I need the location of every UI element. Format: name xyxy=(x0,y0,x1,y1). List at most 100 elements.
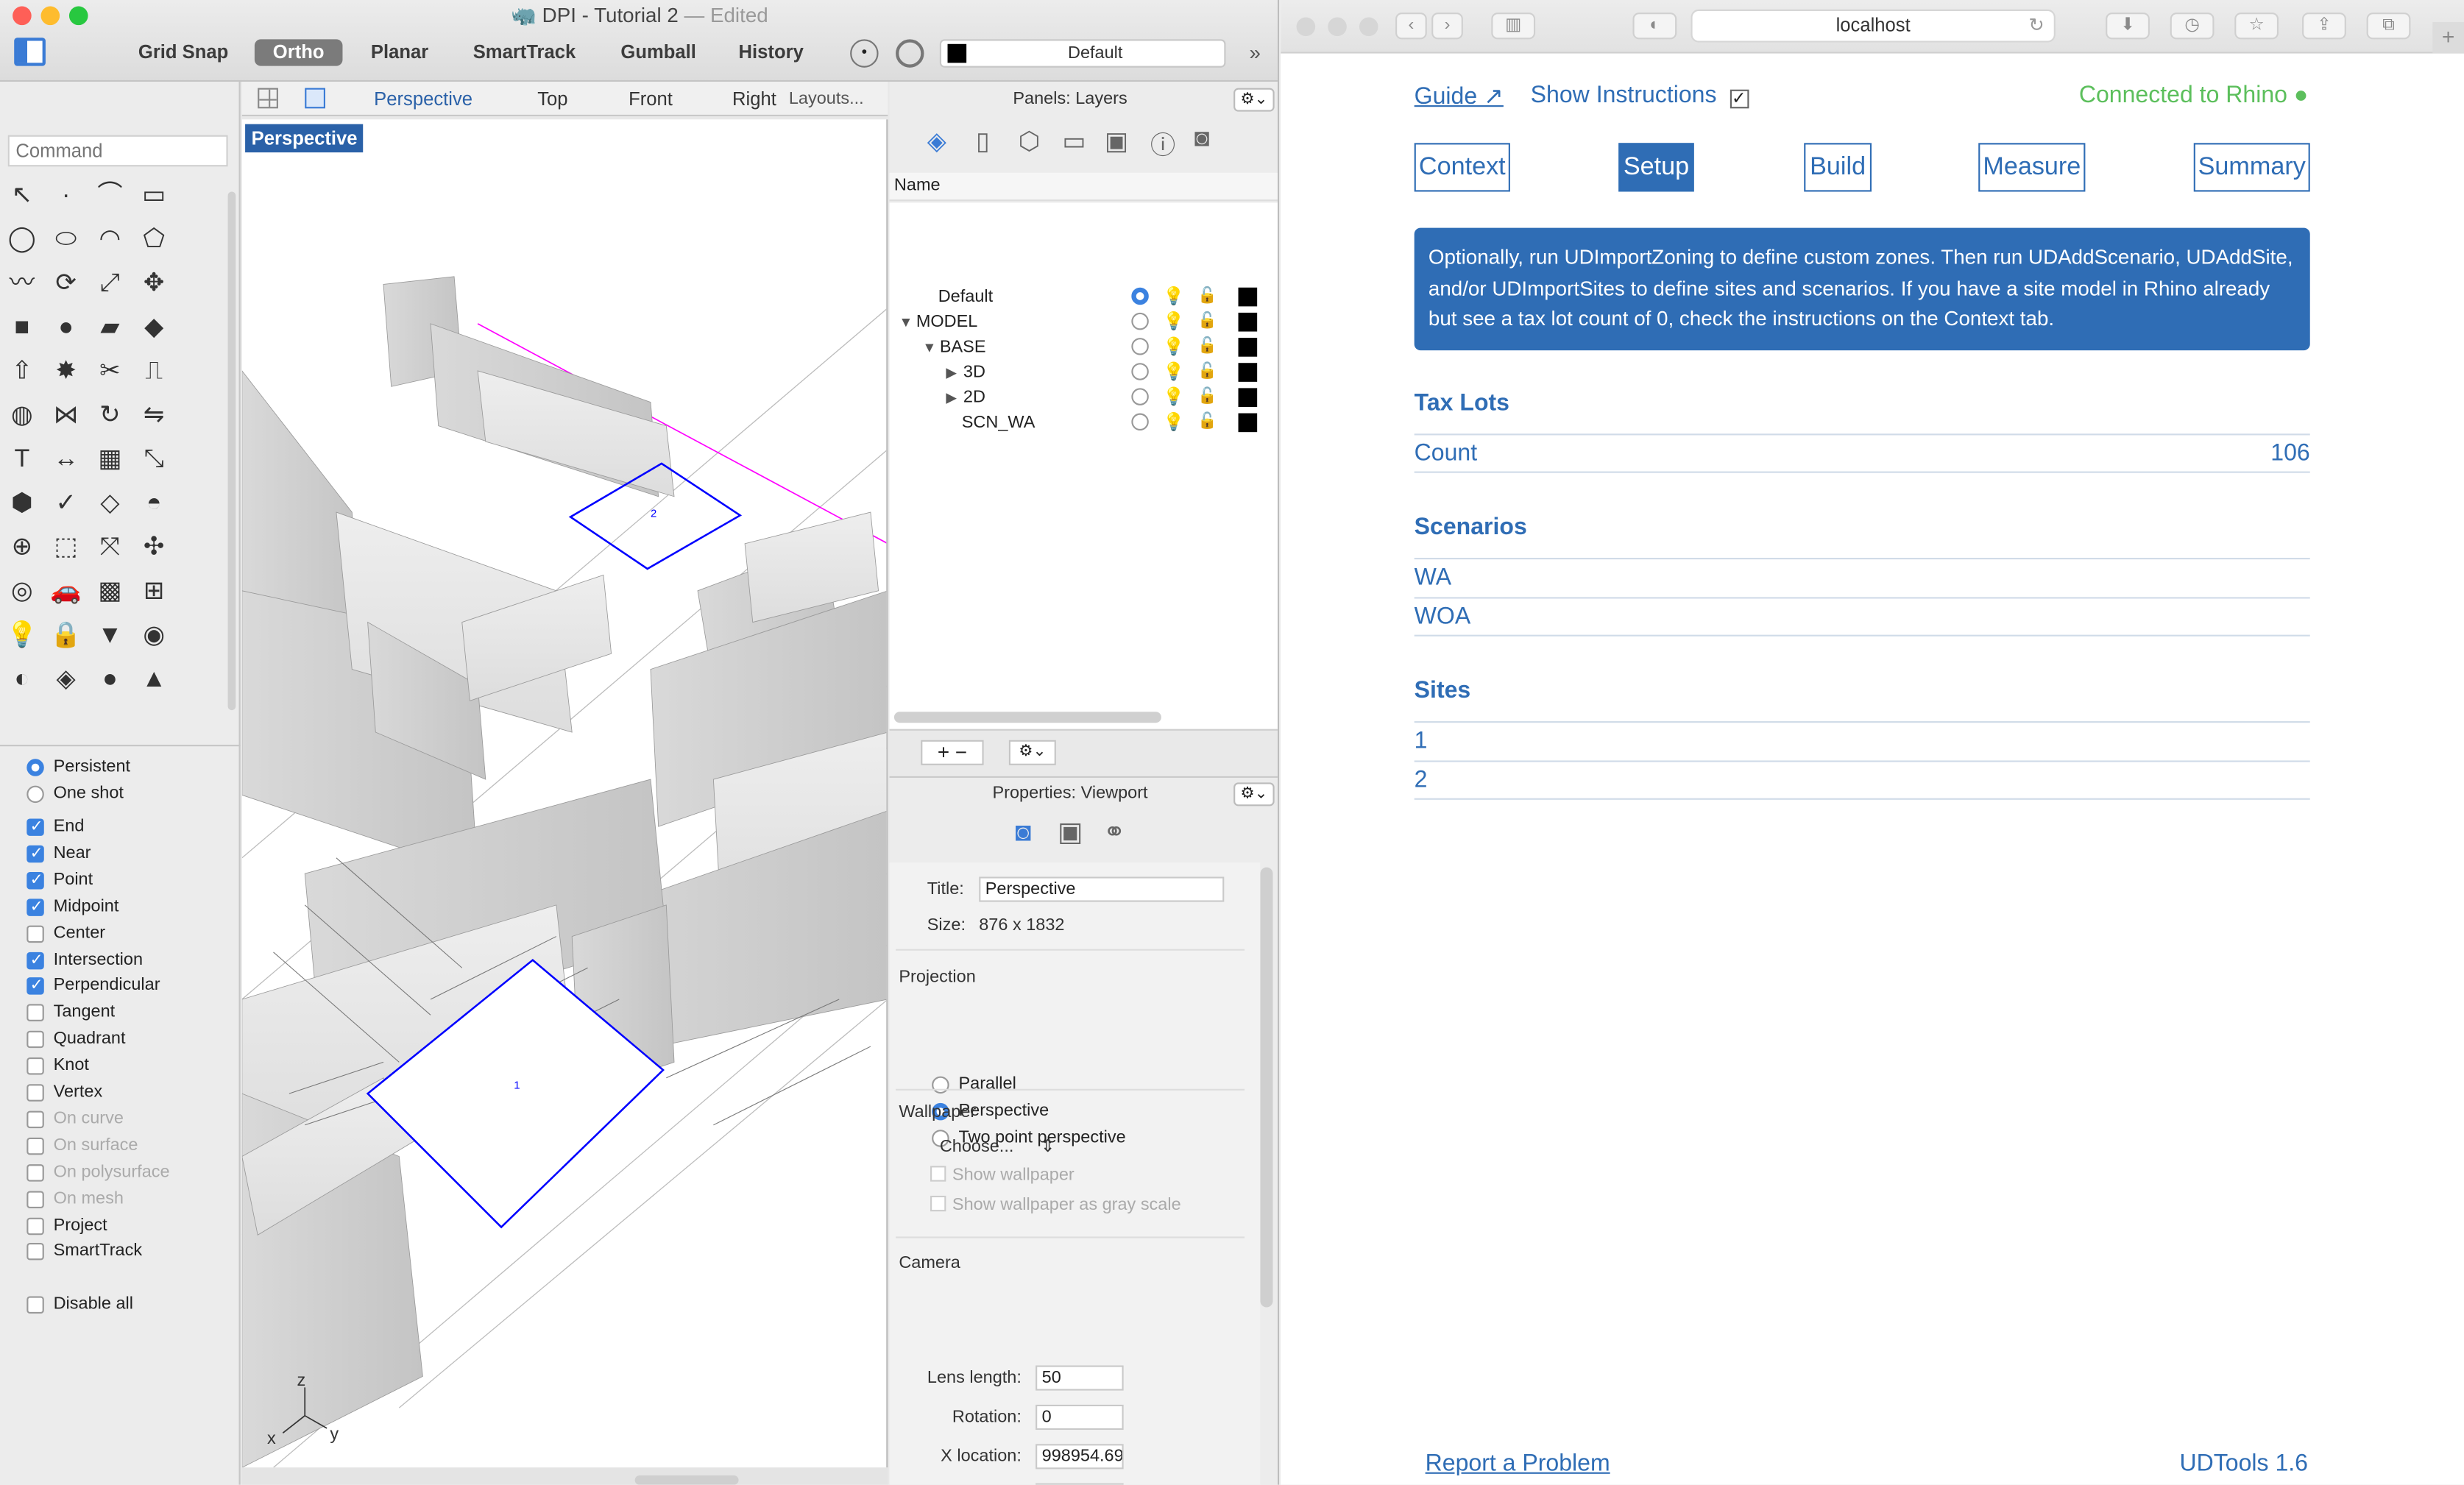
layers-icon[interactable]: ◈ xyxy=(927,126,946,157)
browser-close-button[interactable] xyxy=(1296,17,1316,37)
tab-top[interactable]: Top xyxy=(537,88,567,110)
layer-row[interactable]: SCN_WA 💡 🔓 xyxy=(890,410,1278,435)
current-layer-radio[interactable] xyxy=(1131,338,1149,355)
osnap-checkbox[interactable] xyxy=(26,895,44,918)
layer-row[interactable]: ▼ BASE 💡 🔓 xyxy=(890,335,1278,360)
sidebar-icon[interactable]: ▥ xyxy=(1491,13,1536,40)
car-icon[interactable]: 🚗 xyxy=(49,575,83,609)
guide-link[interactable]: Guide ↗ xyxy=(1415,82,1504,110)
sidebar-toggle-icon[interactable] xyxy=(14,38,46,66)
properties-scrollbar[interactable] xyxy=(1260,867,1273,1308)
polygon-icon[interactable]: ⬠ xyxy=(137,223,171,258)
lock-icon[interactable]: 🔒 xyxy=(49,619,83,653)
tab-summary[interactable]: Summary xyxy=(2193,143,2310,192)
lock-icon[interactable]: 🔓 xyxy=(1197,410,1217,435)
analyze-icon[interactable]: ◇ xyxy=(93,487,127,522)
show-instructions-toggle[interactable]: Show Instructions ✓ xyxy=(1531,82,1749,109)
properties-gear-icon[interactable]: ⚙⌄ xyxy=(1233,782,1275,807)
ellipse-icon[interactable]: ⬭ xyxy=(49,223,83,258)
grid-snap-button[interactable]: Grid Snap xyxy=(129,39,238,65)
osnap-checkbox[interactable] xyxy=(26,1243,44,1261)
add-remove-layer-buttons[interactable]: + − xyxy=(921,740,984,765)
bulb-icon[interactable]: 💡 xyxy=(1163,385,1184,410)
viewport-frame-icon[interactable]: ▣ xyxy=(1058,817,1083,848)
layer-color-swatch[interactable] xyxy=(1238,287,1258,307)
world-icon[interactable]: ● xyxy=(93,663,127,698)
layer-row[interactable]: Default 💡 🔓 xyxy=(890,284,1278,309)
scenario-item[interactable]: WOA xyxy=(1414,597,2310,637)
tab-measure[interactable]: Measure xyxy=(1978,143,2086,192)
terrain-icon[interactable]: ▩ xyxy=(93,575,127,609)
show-instructions-checkbox[interactable]: ✓ xyxy=(1729,89,1749,109)
downloads-icon[interactable]: ⬇ xyxy=(2106,13,2150,40)
report-problem-link[interactable]: Report a Problem xyxy=(1426,1450,1610,1477)
layer-row[interactable]: ▶ 2D 💡 🔓 xyxy=(890,385,1278,410)
status-scrollbar[interactable] xyxy=(634,1475,739,1485)
tabs-overview-icon[interactable]: ⧉ xyxy=(2366,13,2411,40)
rectangle-icon[interactable]: ▭ xyxy=(137,179,171,213)
command-input[interactable] xyxy=(7,135,228,167)
chevron-down-icon[interactable]: ▼ xyxy=(899,310,913,335)
osnap-checkbox[interactable] xyxy=(26,868,44,892)
name-column-header[interactable]: Name xyxy=(894,176,941,195)
render-icon[interactable]: ◓ xyxy=(137,487,171,522)
osnap-checkbox[interactable] xyxy=(26,842,44,865)
mirror-icon[interactable]: ⇋ xyxy=(137,399,171,433)
help-icon[interactable]: ⓘ xyxy=(1150,124,1175,162)
target-icon[interactable] xyxy=(896,39,924,68)
join-icon[interactable]: ⋈ xyxy=(49,399,83,433)
tab-build[interactable]: Build xyxy=(1804,143,1872,192)
toolbox-scrollbar[interactable] xyxy=(227,191,236,711)
browser-minimize-button[interactable] xyxy=(1328,17,1347,37)
bulb-icon[interactable]: 💡 xyxy=(1163,360,1184,385)
scenario-item[interactable]: WA xyxy=(1414,557,2310,597)
lock-icon[interactable]: 🔓 xyxy=(1197,310,1217,335)
point-icon[interactable]: · xyxy=(49,179,83,213)
lock-icon[interactable]: 🔓 xyxy=(1197,360,1217,385)
rebuild-icon[interactable]: ⟳ xyxy=(49,267,83,302)
lock-icon[interactable]: 🔓 xyxy=(1197,385,1217,410)
trim-icon[interactable]: ✂ xyxy=(93,355,127,390)
layer-dropdown[interactable]: Default xyxy=(939,39,1226,68)
dimension-icon[interactable]: ↔ xyxy=(49,443,83,478)
lock-icon[interactable]: 🔓 xyxy=(1197,335,1217,360)
bulb-icon[interactable]: 💡 xyxy=(1163,310,1184,335)
color-wheel-icon[interactable]: ◉ xyxy=(137,619,171,653)
osnap-checkbox[interactable] xyxy=(26,1004,44,1022)
current-layer-radio[interactable] xyxy=(1131,388,1149,405)
boolean-icon[interactable]: ◍ xyxy=(4,399,39,433)
zoom-window-icon[interactable]: ⬚ xyxy=(49,531,83,566)
camera-field-input[interactable]: 998954.69 xyxy=(1035,1444,1124,1470)
history-icon[interactable]: ◷ xyxy=(2170,13,2215,40)
select-icon[interactable]: ↖ xyxy=(4,179,39,213)
cylinder-icon[interactable]: ▰ xyxy=(93,311,127,346)
gumball-button[interactable]: Gumball xyxy=(612,39,706,65)
new-tab-icon[interactable]: + xyxy=(2432,21,2464,54)
osnap-checkbox[interactable] xyxy=(26,1031,44,1049)
layer-row[interactable]: ▶ 3D 💡 🔓 xyxy=(890,360,1278,385)
tab-setup[interactable]: Setup xyxy=(1618,143,1694,192)
radio-button[interactable] xyxy=(932,1076,949,1094)
current-layer-radio[interactable] xyxy=(1131,363,1149,380)
check-icon[interactable]: ✓ xyxy=(49,487,83,522)
layers-h-scrollbar[interactable] xyxy=(893,712,1161,723)
extrude-icon[interactable]: ⇧ xyxy=(4,355,39,390)
osnap-checkbox[interactable] xyxy=(26,975,44,999)
light-icon[interactable]: 💡 xyxy=(4,619,39,653)
layer-color-swatch[interactable] xyxy=(1238,312,1258,332)
osnap-checkbox[interactable] xyxy=(26,924,44,943)
zoom-extents-icon[interactable]: ⤧ xyxy=(93,531,127,566)
layer-options-gear-icon[interactable]: ⚙⌄ xyxy=(1008,740,1056,765)
privacy-shield-icon[interactable]: ◐ xyxy=(1632,13,1677,40)
address-bar[interactable]: localhost ↻ xyxy=(1691,9,2056,43)
viewport-link-icon[interactable]: ⚭ xyxy=(1103,817,1125,848)
viewport-title-input[interactable]: Perspective xyxy=(979,876,1225,902)
layers-gear-icon[interactable]: ⚙⌄ xyxy=(1233,88,1275,112)
chevron-down-icon[interactable]: ▼ xyxy=(922,335,936,360)
array-icon[interactable]: ▦ xyxy=(93,443,127,478)
bulb-icon[interactable]: 💡 xyxy=(1163,335,1184,360)
radio-button[interactable] xyxy=(26,759,44,776)
grid-icon[interactable]: ⊞ xyxy=(137,575,171,609)
share-icon[interactable]: ⇪ xyxy=(2302,13,2346,40)
site-item[interactable]: 2 xyxy=(1414,760,2310,800)
